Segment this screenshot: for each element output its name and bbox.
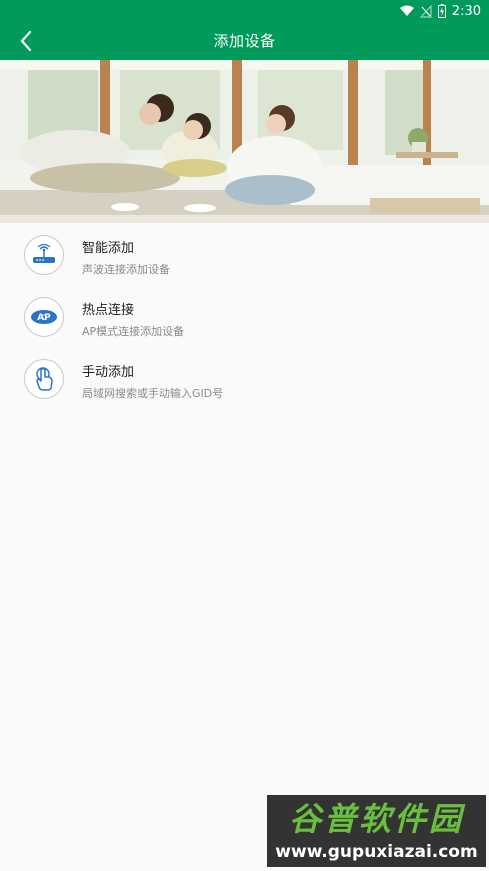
hotspot-connect-item[interactable]: AP 热点连接 AP模式连接添加设备: [0, 285, 489, 347]
manual-add-label: 手动添加: [82, 365, 135, 380]
battery-charging-icon: [437, 4, 446, 18]
smart-add-item[interactable]: 智能添加 声波连接添加设备: [0, 223, 489, 285]
add-method-list: 智能添加 声波连接添加设备 AP 热点连接 AP模式连接添加设备 手动添加 局域…: [0, 223, 489, 409]
manual-add-item[interactable]: 手动添加 局域网搜索或手动输入GID号: [0, 347, 489, 409]
signal-off-icon: [419, 4, 432, 18]
family-banner-image: [0, 60, 489, 223]
hotspot-connect-description: AP模式连接添加设备: [82, 325, 185, 338]
wifi-icon: [399, 5, 414, 17]
smart-add-description: 声波连接添加设备: [82, 263, 170, 276]
smart-add-label: 智能添加: [82, 241, 135, 256]
status-time: 2:30: [451, 3, 481, 19]
manual-add-description: 局域网搜索或手动输入GID号: [82, 387, 224, 400]
svg-text:AP: AP: [37, 313, 51, 323]
watermark-title: 谷普软件园: [288, 800, 464, 838]
hotspot-connect-label: 热点连接: [82, 303, 135, 318]
site-watermark: 谷普软件园 www.gupuxiazai.com: [267, 795, 486, 867]
app-bar: 添加设备: [0, 22, 489, 60]
router-icon: [24, 235, 64, 275]
touch-hand-icon: [24, 359, 64, 399]
page-title: 添加设备: [213, 32, 276, 50]
ap-icon: AP: [24, 297, 64, 337]
watermark-url: www.gupuxiazai.com: [275, 842, 478, 862]
status-bar: 2:30: [0, 0, 489, 22]
